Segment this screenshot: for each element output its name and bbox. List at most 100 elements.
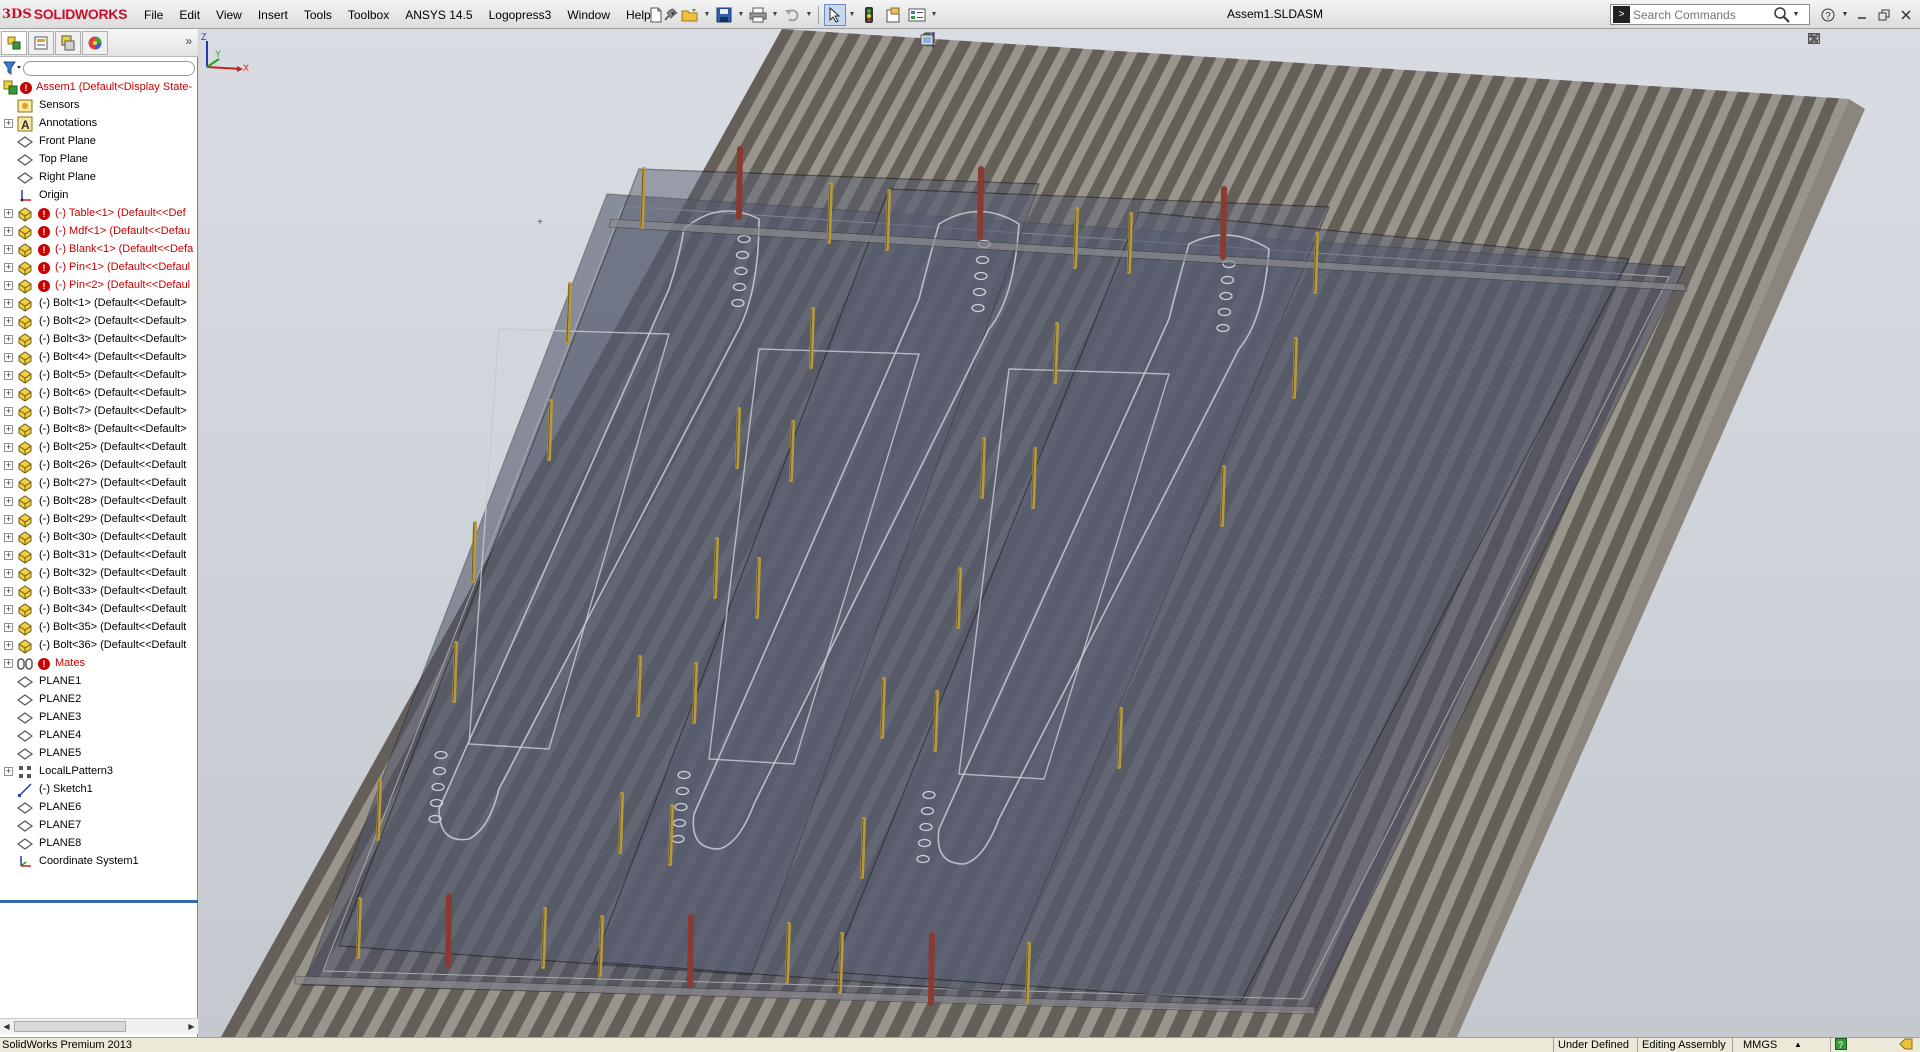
tree-item[interactable]: Sensors xyxy=(0,97,198,115)
tag-icon[interactable] xyxy=(1895,1038,1915,1052)
expand-icon[interactable]: + xyxy=(4,479,13,488)
expand-icon[interactable]: + xyxy=(4,317,13,326)
expand-icon[interactable]: + xyxy=(4,443,13,452)
expand-icon[interactable]: + xyxy=(4,353,13,362)
close-icon[interactable] xyxy=(1896,5,1916,25)
search-commands-box[interactable]: > ▼ xyxy=(1610,4,1810,25)
units-arrow-icon[interactable]: ▲ xyxy=(1790,1038,1808,1052)
units-status[interactable]: MMGS xyxy=(1732,1038,1782,1052)
tree-item[interactable]: + (-) Bolt<26> (Default<<Default xyxy=(0,457,198,475)
expand-icon[interactable]: + xyxy=(4,497,13,506)
status-help-icon[interactable]: ? xyxy=(1830,1038,1850,1052)
tree-item[interactable]: + (-) Bolt<32> (Default<<Default xyxy=(0,565,198,583)
tree-item[interactable]: + (-) Bolt<7> (Default<<Default> xyxy=(0,403,198,421)
menu-insert[interactable]: Insert xyxy=(250,5,296,25)
view-settings-icon[interactable] xyxy=(920,34,1144,52)
help-icon[interactable]: ? xyxy=(1818,5,1838,25)
display-style-icon[interactable] xyxy=(920,33,1052,52)
rebuild-traffic-light-icon[interactable] xyxy=(858,4,880,26)
file-properties-icon[interactable] xyxy=(882,4,904,26)
tree-item[interactable]: + (-) Bolt<29> (Default<<Default xyxy=(0,511,198,529)
menu-ansys[interactable]: ANSYS 14.5 xyxy=(397,5,480,25)
tree-item[interactable]: + (-) Bolt<33> (Default<<Default xyxy=(0,583,198,601)
tree-item[interactable]: +! (-) Pin<2> (Default<<Defaul xyxy=(0,277,198,295)
expand-icon[interactable]: + xyxy=(4,641,13,650)
viewport-restore-icon[interactable] xyxy=(1808,33,1890,47)
chevron-down-icon[interactable]: ▼ xyxy=(703,4,711,26)
filter-icon[interactable] xyxy=(3,60,23,76)
undo-icon[interactable] xyxy=(781,4,803,26)
double-chevron-right-icon[interactable]: » xyxy=(185,34,192,48)
tree-item[interactable]: +! (-) Mdf<1> (Default<<Defau xyxy=(0,223,198,241)
menu-tools[interactable]: Tools xyxy=(296,5,340,25)
tree-item[interactable]: Top Plane xyxy=(0,151,198,169)
save-icon[interactable] xyxy=(713,4,735,26)
view-orientation-icon[interactable] xyxy=(920,32,1029,52)
options-icon[interactable] xyxy=(906,4,928,26)
chevron-down-icon[interactable]: ▼ xyxy=(848,4,856,26)
solidworks-logo[interactable]: 3DS SOLIDWORKS xyxy=(2,3,127,25)
tree-item[interactable]: +! Mates xyxy=(0,655,198,673)
expand-icon[interactable]: + xyxy=(4,371,13,380)
tree-item[interactable]: PLANE2 xyxy=(0,691,198,709)
expand-icon[interactable]: + xyxy=(4,209,13,218)
new-document-icon[interactable] xyxy=(645,4,667,26)
expand-icon[interactable]: + xyxy=(4,335,13,344)
tree-item[interactable]: ! Assem1 (Default<Display State- xyxy=(0,79,198,97)
scroll-left-icon[interactable]: ◀ xyxy=(0,1019,13,1034)
tree-item[interactable]: + (-) Bolt<4> (Default<<Default> xyxy=(0,349,198,367)
open-folder-icon[interactable] xyxy=(679,4,701,26)
tree-item[interactable]: Front Plane xyxy=(0,133,198,151)
tree-item[interactable]: +! (-) Blank<1> (Default<<Defa xyxy=(0,241,198,259)
tab-feature-manager[interactable] xyxy=(1,30,27,55)
chevron-down-icon[interactable]: ▼ xyxy=(805,4,813,26)
filter-input[interactable] xyxy=(23,60,195,76)
tree-item[interactable]: PLANE4 xyxy=(0,727,198,745)
apply-scene-icon[interactable] xyxy=(920,33,1121,52)
tree-item[interactable]: + (-) Bolt<35> (Default<<Default xyxy=(0,619,198,637)
tab-display-manager[interactable] xyxy=(82,30,108,55)
edit-appearance-icon[interactable] xyxy=(920,33,1098,52)
menu-toolbox[interactable]: Toolbox xyxy=(340,5,397,25)
viewport-minimize-icon[interactable] xyxy=(1810,33,1868,47)
tree-item[interactable]: + (-) Bolt<27> (Default<<Default xyxy=(0,475,198,493)
expand-icon[interactable]: + xyxy=(4,461,13,470)
tree-item[interactable]: + (-) Bolt<25> (Default<<Default xyxy=(0,439,198,457)
tree-item[interactable]: + (-) Bolt<3> (Default<<Default> xyxy=(0,331,198,349)
expand-icon[interactable]: + xyxy=(4,281,13,290)
expand-icon[interactable]: + xyxy=(4,389,13,398)
section-view-icon[interactable] xyxy=(920,33,1006,52)
expand-icon[interactable]: + xyxy=(4,407,13,416)
expand-icon[interactable]: + xyxy=(4,587,13,596)
tree-split-divider[interactable] xyxy=(0,900,198,903)
select-cursor-icon[interactable] xyxy=(824,3,846,26)
expand-icon[interactable]: + xyxy=(4,551,13,560)
tab-property-manager[interactable] xyxy=(28,30,54,55)
tree-item[interactable]: + A Annotations xyxy=(0,115,198,133)
tree-item[interactable]: PLANE6 xyxy=(0,799,198,817)
expand-icon[interactable]: + xyxy=(4,533,13,542)
chevron-down-icon[interactable]: ▼ xyxy=(771,4,779,26)
tree-item[interactable]: + (-) Bolt<31> (Default<<Default xyxy=(0,547,198,565)
expand-icon[interactable]: + xyxy=(4,515,13,524)
tree-item[interactable]: + (-) Bolt<1> (Default<<Default> xyxy=(0,295,198,313)
expand-icon[interactable]: + xyxy=(4,245,13,254)
menu-logopress[interactable]: Logopress3 xyxy=(481,5,560,25)
tree-item[interactable]: PLANE8 xyxy=(0,835,198,853)
chevron-down-icon[interactable]: ▼ xyxy=(1791,11,1801,18)
search-input[interactable] xyxy=(1633,7,1773,22)
graphics-area[interactable]: + Z X Y xyxy=(199,29,1920,1037)
menu-file[interactable]: File xyxy=(136,5,171,25)
expand-icon[interactable]: + xyxy=(4,569,13,578)
expand-icon[interactable]: + xyxy=(4,227,13,236)
menu-window[interactable]: Window xyxy=(559,5,618,25)
tree-item[interactable]: Coordinate System1 xyxy=(0,853,198,871)
menu-edit[interactable]: Edit xyxy=(171,5,208,25)
print-icon[interactable] xyxy=(747,4,769,26)
zoom-area-icon[interactable] xyxy=(920,33,960,52)
tree-item[interactable]: Right Plane xyxy=(0,169,198,187)
previous-view-icon[interactable] xyxy=(922,34,983,52)
scroll-right-icon[interactable]: ▶ xyxy=(185,1019,198,1034)
tree-item[interactable]: +! (-) Pin<1> (Default<<Defaul xyxy=(0,259,198,277)
expand-icon[interactable]: + xyxy=(4,623,13,632)
